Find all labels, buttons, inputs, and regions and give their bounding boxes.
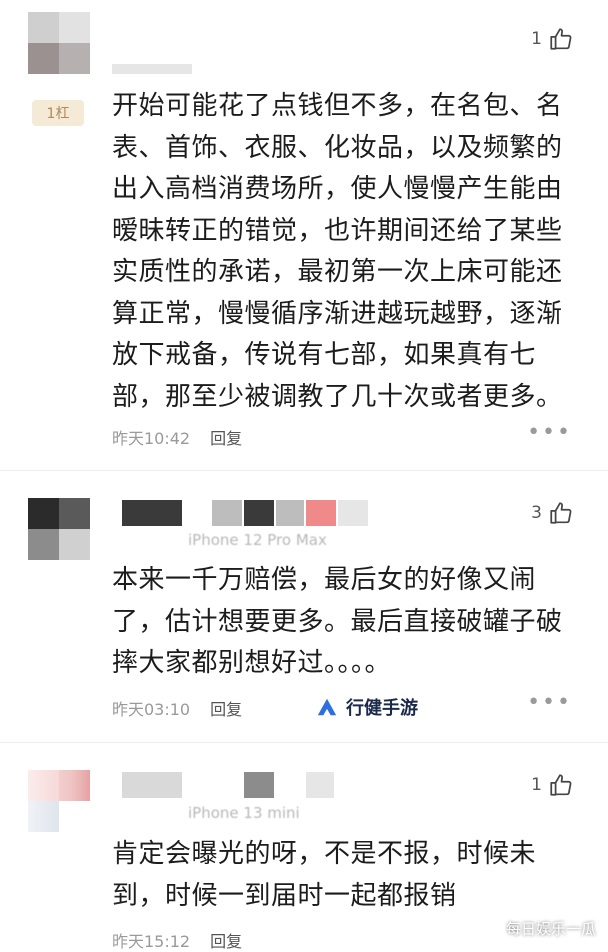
brand-text: 每日娱乐一瓜 [505,920,596,938]
divider [0,742,608,743]
reply-button[interactable]: 回复 [210,928,242,952]
like-button[interactable]: 3 [531,500,574,526]
username-blurred [338,500,368,526]
username-blurred [306,500,336,526]
thumbs-up-icon [550,774,572,796]
avatar[interactable] [28,12,90,74]
like-count: 3 [531,503,542,523]
timestamp: 昨天15:12 [112,932,191,951]
username-blurred [244,772,274,798]
reply-button[interactable]: 回复 [210,696,242,720]
reply-button[interactable]: 回复 [210,425,242,449]
brand-logo-icon [487,921,501,936]
username-blurred [276,500,304,526]
timestamp: 昨天03:10 [112,700,191,719]
app-logo-icon [317,698,337,716]
comment-text: 肯定会曝光的呀，不是不报，时候未到，时候一到届时一起都报销 [112,839,537,911]
username-blurred [122,772,182,798]
username-blurred [112,64,192,74]
comment-meta: 昨天15:12 回复 [112,928,242,952]
comment-text: 本来一千万赔偿，最后女的好像又闹了，估计想要更多。最后直接破罐子破摔大家都别想好… [112,565,563,678]
username-blurred [244,500,274,526]
more-options-icon[interactable]: ••• [527,690,572,715]
more-options-icon[interactable]: ••• [527,420,572,445]
comment-text: 开始可能花了点钱但不多，在名包、名表、首饰、衣服、化妆品，以及频繁的出入高档消费… [112,91,563,412]
like-button[interactable]: 1 [531,26,574,52]
device-label: iPhone 12 Pro Max [188,531,327,549]
thumbs-up-icon [550,28,572,50]
like-count: 1 [531,29,542,49]
watermark-text: 行健手游 [346,698,418,719]
edge-fade [0,760,120,949]
username-blurred [212,500,242,526]
like-button[interactable]: 1 [531,772,574,798]
comment-meta: 昨天10:42 回复 [112,425,242,449]
avatar[interactable] [28,498,90,560]
comment-meta: 昨天03:10 回复 [112,696,242,720]
timestamp: 昨天10:42 [112,429,191,448]
thumbs-up-icon [550,502,572,524]
username-blurred [122,500,182,526]
username-blurred [306,772,334,798]
divider [0,470,608,471]
level-badge: 1杠 [32,100,84,126]
like-count: 1 [531,775,542,795]
watermark: 行健手游 [308,683,456,731]
device-label: iPhone 13 mini [188,804,300,822]
brand-watermark: 每日娱乐一瓜 [486,918,596,939]
